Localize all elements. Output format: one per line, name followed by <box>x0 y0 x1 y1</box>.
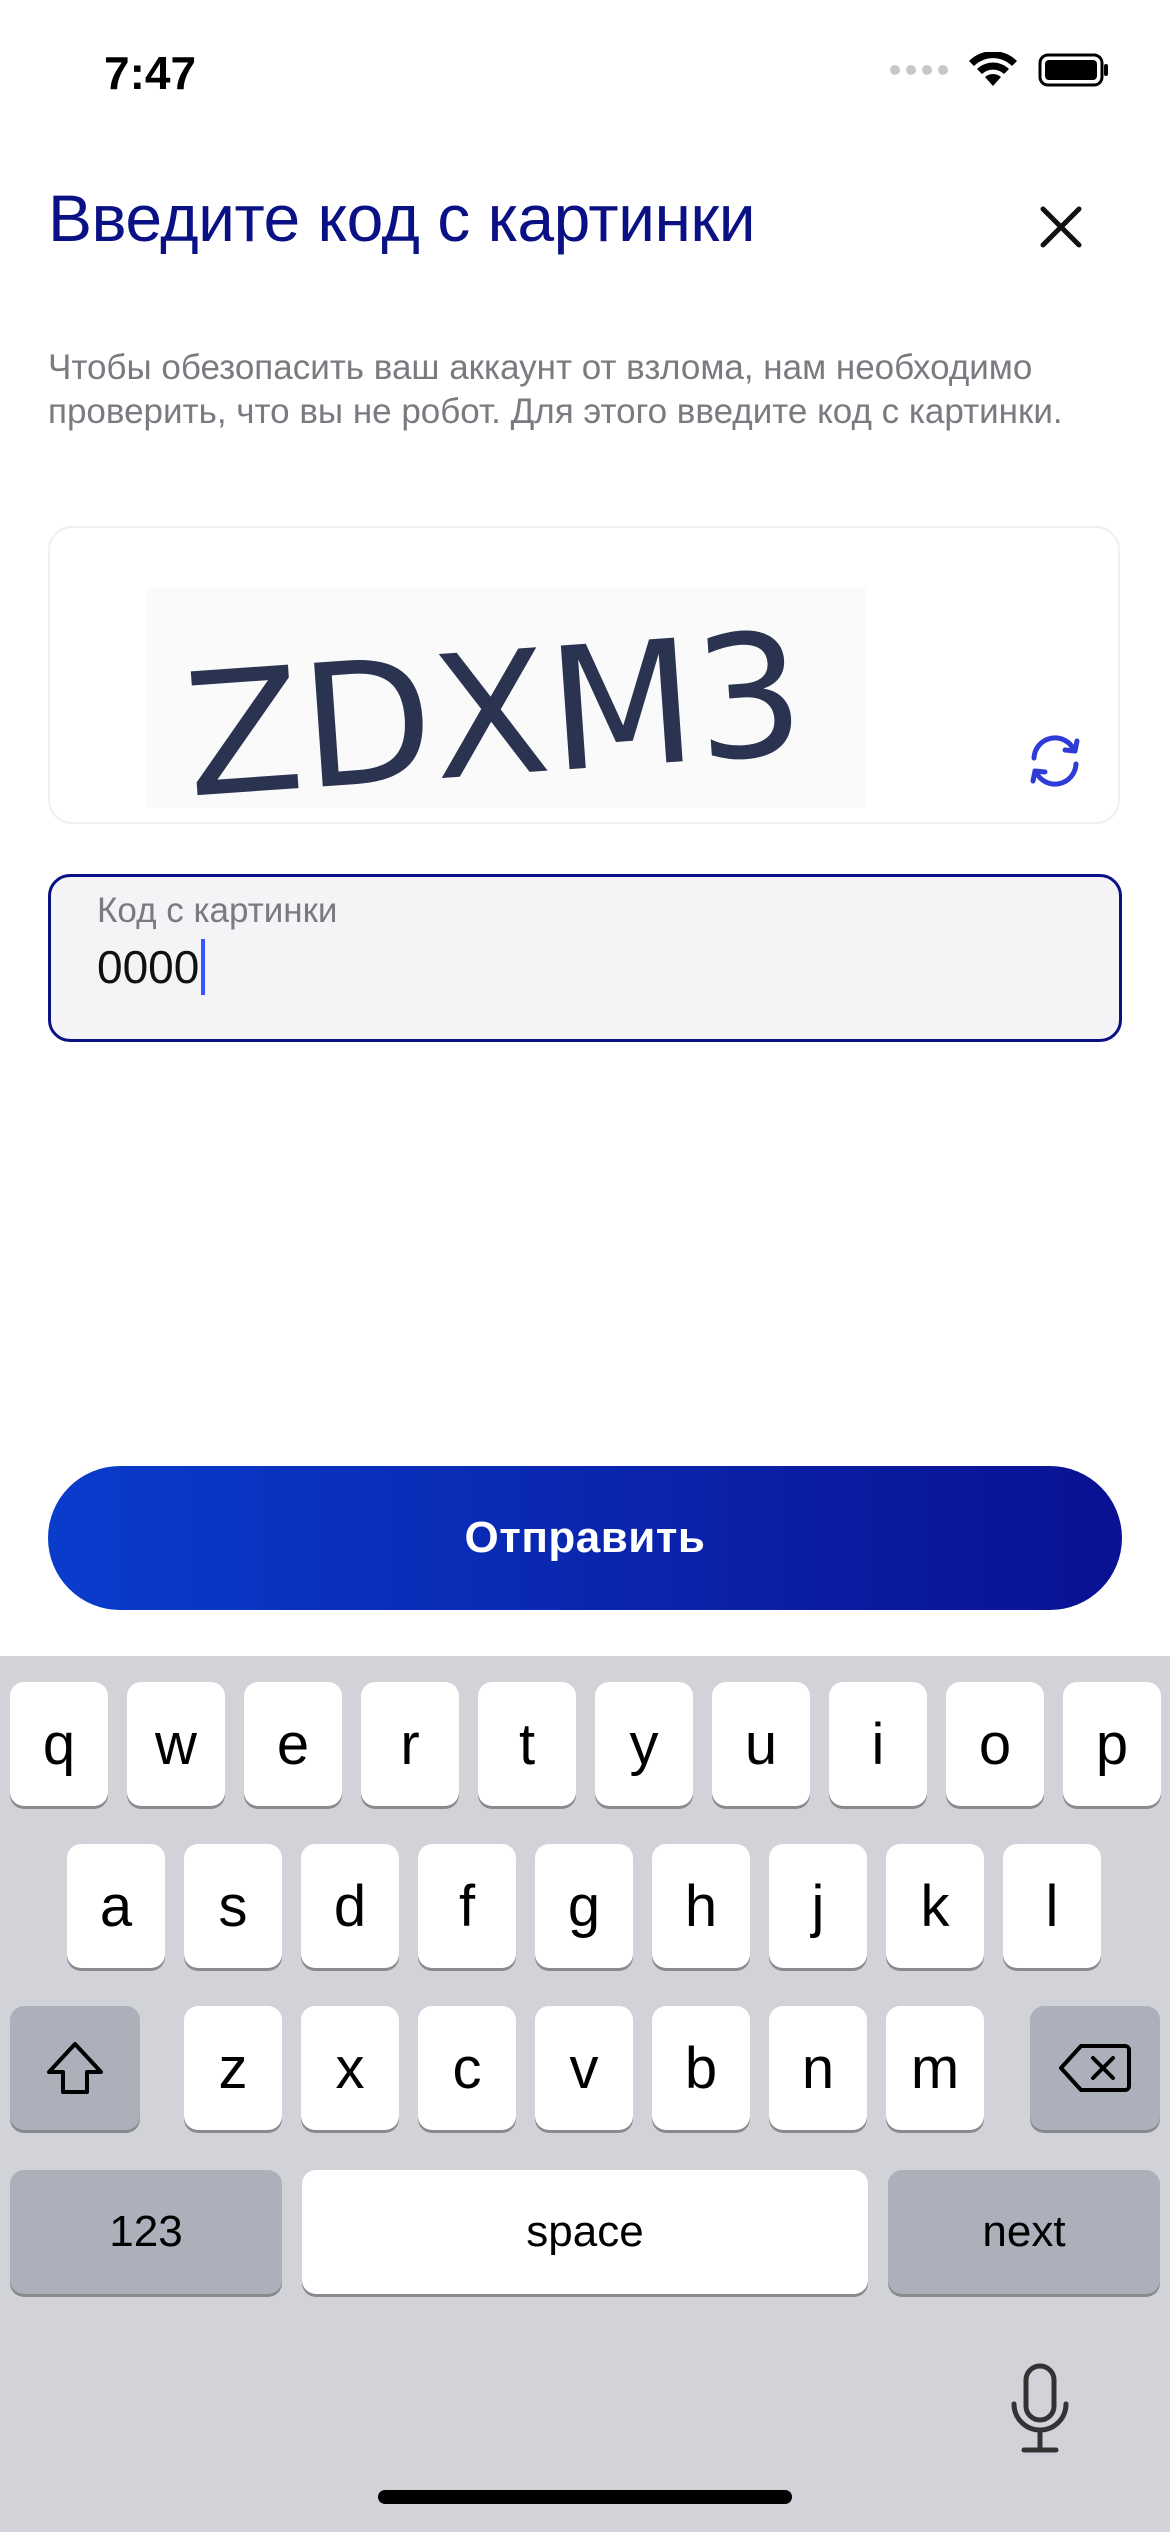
key-l[interactable]: l <box>1003 1844 1101 1968</box>
home-indicator <box>378 2490 792 2504</box>
next-key[interactable]: next <box>888 2170 1160 2294</box>
key-g[interactable]: g <box>535 1844 633 1968</box>
key-c[interactable]: c <box>418 2006 516 2130</box>
key-o[interactable]: o <box>946 1682 1044 1806</box>
submit-button[interactable]: Отправить <box>48 1466 1122 1610</box>
key-i[interactable]: i <box>829 1682 927 1806</box>
key-t[interactable]: t <box>478 1682 576 1806</box>
captcha-box: ZDXM3 <box>48 526 1120 824</box>
key-z[interactable]: z <box>184 2006 282 2130</box>
battery-icon <box>1038 53 1108 87</box>
key-x[interactable]: x <box>301 2006 399 2130</box>
code-input-text: 0000 <box>97 941 200 993</box>
key-u[interactable]: u <box>712 1682 810 1806</box>
key-n[interactable]: n <box>769 2006 867 2130</box>
key-s[interactable]: s <box>184 1844 282 1968</box>
space-key[interactable]: space <box>302 2170 868 2294</box>
code-input-label: Код с картинки <box>97 891 338 930</box>
backspace-icon <box>1059 2044 1131 2092</box>
numbers-key[interactable]: 123 <box>10 2170 282 2294</box>
key-v[interactable]: v <box>535 2006 633 2130</box>
key-y[interactable]: y <box>595 1682 693 1806</box>
key-p[interactable]: p <box>1063 1682 1161 1806</box>
text-caret <box>201 939 206 995</box>
key-e[interactable]: e <box>244 1682 342 1806</box>
key-r[interactable]: r <box>361 1682 459 1806</box>
key-a[interactable]: a <box>67 1844 165 1968</box>
status-icons <box>890 52 1110 88</box>
signal-icon <box>890 65 948 75</box>
wifi-icon <box>969 52 1017 86</box>
shift-key[interactable] <box>10 2006 140 2130</box>
key-q[interactable]: q <box>10 1682 108 1806</box>
key-w[interactable]: w <box>127 1682 225 1806</box>
close-button[interactable] <box>1022 188 1100 266</box>
close-icon <box>1040 206 1082 248</box>
keyboard: qwertyuiop asdfghjkl zxcvbnm 123 space n… <box>0 1656 1170 2532</box>
code-input-field[interactable]: Код с картинки 0000 <box>48 874 1122 1042</box>
key-k[interactable]: k <box>886 1844 984 1968</box>
microphone-icon[interactable] <box>1000 2360 1080 2460</box>
page-title: Введите код с картинки <box>48 181 756 255</box>
key-h[interactable]: h <box>652 1844 750 1968</box>
key-b[interactable]: b <box>652 2006 750 2130</box>
backspace-key[interactable] <box>1030 2006 1160 2130</box>
key-m[interactable]: m <box>886 2006 984 2130</box>
description-text: Чтобы обезопасить ваш аккаунт от взлома,… <box>48 348 1063 431</box>
key-d[interactable]: d <box>301 1844 399 1968</box>
key-f[interactable]: f <box>418 1844 516 1968</box>
refresh-icon <box>1030 735 1080 787</box>
shift-icon <box>47 2042 103 2094</box>
refresh-captcha-button[interactable] <box>1018 724 1092 798</box>
key-j[interactable]: j <box>769 1844 867 1968</box>
status-time: 7:47 <box>104 47 197 99</box>
captcha-image: ZDXM3 <box>146 588 866 808</box>
code-input-value[interactable]: 0000 <box>97 939 206 995</box>
